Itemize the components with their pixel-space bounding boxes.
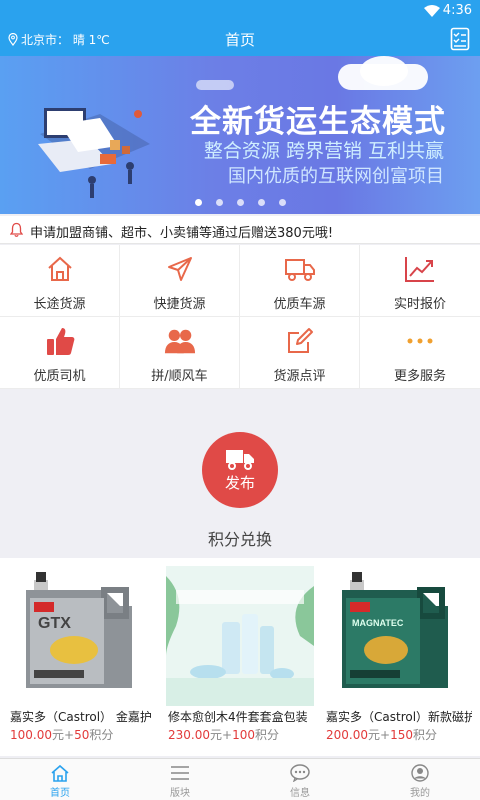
publish-button[interactable]: 发布 [202,432,278,508]
banner-illustration [38,108,150,198]
bell-icon [10,222,23,237]
tab-sections[interactable]: 版块 [120,759,240,800]
carousel-dot[interactable] [236,199,244,206]
status-time: 4:36 [442,3,472,18]
location-pin-icon [8,33,18,46]
price-points: 100 [232,728,255,742]
grid-item-label: 实时报价 [393,297,446,312]
house-icon [47,256,72,281]
price-unit: 元+ [52,728,75,742]
status-bar: 4:36 [0,0,480,24]
product-name: 嘉实多（Castrol）新款磁护 [326,710,472,724]
price-unit: 元+ [368,728,391,742]
product-image [166,566,314,706]
product-name: 修本愈创木4件套套盒包装 [168,710,308,724]
location-weather-text: 北京市： 晴 1℃ [21,33,110,47]
home-icon [51,764,69,782]
section-title-points-exchange: 积分兑换 [207,530,272,549]
product-price: 100.00元+50积分 [10,726,113,743]
price-amount: 200.00 [326,728,368,742]
cloud-decoration [196,80,234,90]
grid-item-carpool[interactable]: 拼/顺风车 [120,317,240,389]
points-unit: 积分 [254,728,279,742]
grid-item-label: 长途货源 [33,297,86,312]
grid-item-live-quotes[interactable]: 实时报价 [360,245,480,317]
service-grid: 长途货源 快捷货源 优质车源 实时报价 优质司机 拼/顺风车 货源点评 更多服务 [0,245,480,389]
product-card[interactable]: MAGNATEC 嘉实多（Castrol）新款磁护 200.00元+150积分 [318,558,472,756]
location-weather[interactable]: 北京市： 晴 1℃ [8,31,110,48]
price-amount: 100.00 [10,728,52,742]
carousel-dot[interactable] [215,199,223,206]
grid-item-label: 更多服务 [393,369,446,384]
grid-item-label: 快捷货源 [153,297,206,312]
grid-item-label: 优质车源 [273,297,326,312]
menu-lines-icon [171,766,189,780]
tab-label: 信息 [290,788,310,799]
edit-icon [287,328,313,353]
document-checklist-icon[interactable] [450,27,470,51]
price-unit: 元+ [210,728,233,742]
notice-bar[interactable]: 申请加盟商铺、超市、小卖铺等通过后赠送380元哦! [0,216,480,244]
grid-item-more-services[interactable]: 更多服务 [360,317,480,389]
product-card[interactable]: 修本愈创木4件套套盒包装 230.00元+100积分 [160,558,314,756]
tab-label: 版块 [170,788,190,799]
more-dots-icon [407,338,433,344]
svg-text:MAGNATEC: MAGNATEC [352,618,404,628]
tab-home[interactable]: 首页 [0,759,120,800]
product-name: 嘉实多（Castrol） 金嘉护 5W-30 [10,710,156,724]
truck-icon [284,259,315,281]
carousel-dot[interactable] [257,199,265,206]
carousel-dot[interactable] [278,199,286,206]
svg-text:GTX: GTX [38,615,71,632]
bottom-tab-bar: 首页 版块 信息 我的 [0,758,480,800]
banner-tagline: 国内优质的互联网创富项目 [228,166,444,187]
paper-plane-icon [167,257,192,281]
points-unit: 积分 [412,728,437,742]
tab-label: 我的 [410,788,430,799]
truck-icon [226,449,254,470]
people-icon [164,329,195,354]
tab-messages[interactable]: 信息 [240,759,360,800]
product-image: MAGNATEC [342,572,448,688]
carousel-dot[interactable] [194,199,202,206]
banner-subtitle: 整合资源 跨界营销 互利共赢 [203,140,444,162]
carousel-indicator [0,199,480,206]
points-unit: 积分 [89,728,114,742]
grid-item-quality-drivers[interactable]: 优质司机 [0,317,120,389]
chat-bubble-icon [290,764,310,782]
grid-item-label: 优质司机 [33,369,86,384]
notice-text: 申请加盟商铺、超市、小卖铺等通过后赠送380元哦! [30,226,334,241]
grid-item-label: 货源点评 [273,369,326,384]
product-price: 230.00元+100积分 [168,726,279,743]
grid-item-reviews[interactable]: 货源点评 [240,317,360,389]
promo-banner[interactable]: 全新货运生态模式 整合资源 跨界营销 互利共赢 国内优质的互联网创富项目 [0,56,480,214]
grid-item-quick-source[interactable]: 快捷货源 [120,245,240,317]
grid-item-label: 拼/顺风车 [151,369,208,384]
price-amount: 230.00 [168,728,210,742]
grid-item-long-distance[interactable]: 长途货源 [0,245,120,317]
tab-profile[interactable]: 我的 [360,759,480,800]
product-image: GTX [26,572,132,688]
thumbs-up-icon [46,328,74,355]
product-card[interactable]: GTX 嘉实多（Castrol） 金嘉护 5W-30 100.00元+50积分 [2,558,156,756]
tab-label: 首页 [50,788,70,799]
trend-chart-icon [405,257,434,282]
points-product-list: GTX 嘉实多（Castrol） 金嘉护 5W-30 100.00元+50积分 … [0,558,480,756]
banner-title: 全新货运生态模式 [190,104,446,140]
price-points: 50 [74,728,90,742]
price-points: 150 [390,728,413,742]
grid-item-quality-vehicles[interactable]: 优质车源 [240,245,360,317]
publish-label: 发布 [224,473,255,492]
user-avatar-icon [411,764,429,782]
header-bar: 北京市： 晴 1℃ 首页 [0,24,480,56]
cloud-decoration [360,56,408,86]
wifi-icon [424,5,440,17]
product-price: 200.00元+150积分 [326,726,437,743]
